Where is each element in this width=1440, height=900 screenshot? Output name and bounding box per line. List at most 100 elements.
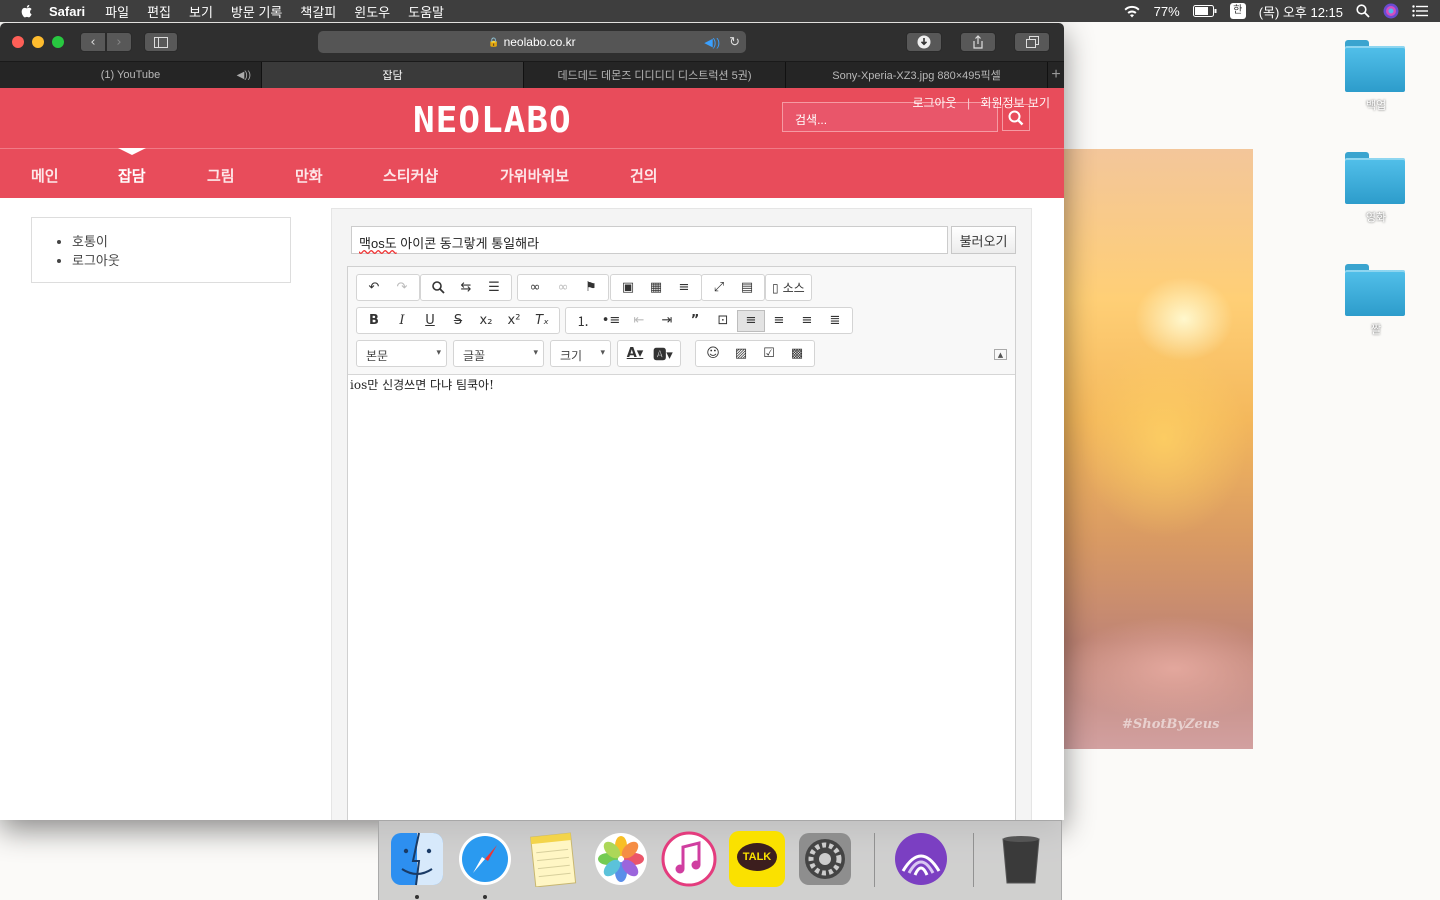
numbered-list-icon[interactable]: ⒈ (569, 310, 597, 332)
minimize-window-button[interactable] (32, 36, 44, 48)
speaker-icon[interactable]: ◀)) (704, 36, 720, 49)
post-title-input[interactable]: 맥os도 아이콘 동그랗게 통일해라 (351, 226, 948, 254)
siri-icon[interactable] (1383, 3, 1399, 19)
justify-icon[interactable]: ≣ (821, 310, 849, 332)
load-draft-button[interactable]: 불러오기 (951, 226, 1016, 254)
itunes-icon[interactable] (661, 831, 717, 887)
link-icon[interactable]: ∞ (521, 277, 549, 299)
reload-icon[interactable]: ↻ (729, 34, 740, 50)
indent-icon[interactable]: ⇥ (653, 310, 681, 332)
font-select[interactable]: 글꼴 (453, 340, 544, 367)
tab-manga[interactable]: 데드데드 데몬즈 디디디디 디스트럭션 5권) (524, 62, 786, 88)
anchor-flag-icon[interactable]: ⚑ (577, 277, 605, 299)
menu-bookmarks[interactable]: 책갈피 (300, 2, 336, 21)
size-select[interactable]: 크기 (550, 340, 611, 367)
photos-icon[interactable] (593, 831, 649, 887)
nav-suggestions[interactable]: 건의 (630, 165, 658, 186)
finder-icon[interactable] (389, 831, 445, 887)
input-source-icon[interactable]: 한 (1229, 3, 1246, 19)
table-icon[interactable]: ▦ (642, 277, 670, 299)
nav-rock-paper-scissors[interactable]: 가위바위보 (500, 165, 569, 186)
subscript-icon[interactable]: x₂ (472, 310, 500, 332)
gallery-icon[interactable]: ▩ (783, 343, 811, 365)
underline-icon[interactable]: U (416, 310, 444, 332)
desktop-folder-movies[interactable]: 영화 (1345, 152, 1407, 225)
app-menu[interactable]: Safari (49, 4, 85, 19)
superscript-icon[interactable]: x² (500, 310, 528, 332)
logout-link[interactable]: 로그아웃 (912, 96, 956, 110)
strikethrough-icon[interactable]: S (444, 310, 472, 332)
blockquote-icon[interactable]: ” (681, 310, 709, 332)
source-button[interactable]: ▯ 소스 (765, 274, 812, 301)
tab-chat[interactable]: 잡담 (262, 62, 524, 88)
share-button[interactable] (960, 32, 996, 52)
nav-comics[interactable]: 만화 (295, 165, 323, 186)
close-window-button[interactable] (12, 36, 24, 48)
address-bar[interactable]: 🔒 neolabo.co.kr ◀)) ↻ (318, 31, 746, 53)
kakaotalk-icon[interactable]: TALK (729, 831, 785, 887)
align-right-icon[interactable]: ≡ (793, 310, 821, 332)
notification-center-icon[interactable] (1412, 5, 1428, 17)
remove-format-icon[interactable]: Tₓ (528, 310, 556, 332)
editor-content[interactable]: ios만 신경쓰면 다냐 팀쿡아! (348, 375, 1015, 394)
insert-image-icon[interactable]: ▨ (727, 343, 755, 365)
bulleted-list-icon[interactable]: •≡ (597, 310, 625, 332)
menu-history[interactable]: 방문 기록 (231, 2, 282, 21)
fullscreen-window-button[interactable] (52, 36, 64, 48)
nav-main[interactable]: 메인 (31, 165, 59, 186)
italic-icon[interactable]: I (388, 310, 416, 332)
outdent-icon[interactable]: ⇤ (625, 310, 653, 332)
align-center-icon[interactable]: ≡ (765, 310, 793, 332)
bold-icon[interactable]: B (360, 310, 388, 332)
audio-playing-icon[interactable]: ◀)) (237, 70, 251, 81)
image-icon[interactable]: ▣ (614, 277, 642, 299)
sidebar-toggle-button[interactable] (144, 32, 178, 52)
emoji-icon[interactable]: ☺ (699, 343, 727, 365)
nav-drawing[interactable]: 그림 (207, 165, 235, 186)
nav-sticker-shop[interactable]: 스티커샵 (383, 165, 438, 186)
div-container-icon[interactable]: ⊡ (709, 310, 737, 332)
menubar-clock[interactable]: (목) 오후 12:15 (1259, 2, 1343, 21)
text-color-icon[interactable]: A▾ (621, 343, 649, 365)
desktop-folder-backup[interactable]: 백업 (1345, 40, 1407, 113)
tab-overview-button[interactable] (1014, 32, 1050, 52)
horizontal-line-icon[interactable]: ≡ (670, 277, 698, 299)
notes-icon[interactable] (525, 831, 581, 887)
spotlight-icon[interactable] (1356, 4, 1370, 18)
redo-icon[interactable]: ↷ (388, 277, 416, 299)
sidebar-logout-link[interactable]: 로그아웃 (72, 251, 290, 270)
username-link[interactable]: 호통이 (72, 232, 290, 251)
background-color-icon[interactable]: 🅰▾ (649, 343, 677, 365)
trash-icon[interactable] (993, 831, 1049, 887)
back-button[interactable]: ‹ (80, 32, 106, 52)
tab-image[interactable]: Sony-Xperia-XZ3.jpg 880×495픽셀 (786, 62, 1048, 88)
menu-help[interactable]: 도움말 (408, 2, 444, 21)
forward-button[interactable]: › (106, 32, 132, 52)
bittorrent-icon[interactable] (893, 831, 949, 887)
wifi-icon[interactable] (1123, 5, 1141, 18)
select-all-icon[interactable]: ☰ (480, 277, 508, 299)
undo-icon[interactable]: ↶ (360, 277, 388, 299)
show-blocks-icon[interactable]: ▤ (733, 277, 761, 299)
format-select[interactable]: 본문 (356, 340, 447, 367)
find-icon[interactable] (424, 277, 452, 299)
apple-icon[interactable] (19, 3, 35, 19)
menu-window[interactable]: 윈도우 (354, 2, 390, 21)
system-preferences-icon[interactable] (797, 831, 853, 887)
menu-view[interactable]: 보기 (189, 2, 213, 21)
safari-icon[interactable] (457, 831, 513, 887)
align-left-icon[interactable]: ≡ (737, 309, 765, 332)
checkbox-icon[interactable]: ☑ (755, 343, 783, 365)
nav-chat[interactable]: 잡담 (118, 165, 146, 186)
menu-file[interactable]: 파일 (105, 2, 129, 21)
desktop-folder-images[interactable]: 짤 (1345, 264, 1407, 337)
maximize-icon[interactable]: ⤢ (705, 277, 733, 299)
downloads-button[interactable] (906, 32, 942, 52)
menu-edit[interactable]: 편집 (147, 2, 171, 21)
unlink-icon[interactable]: ∞ (549, 277, 577, 299)
site-logo[interactable]: NEOLABO (413, 100, 572, 141)
collapse-toolbar-icon[interactable]: ▲ (994, 349, 1007, 360)
battery-icon[interactable] (1192, 5, 1217, 17)
new-tab-button[interactable]: + (1048, 62, 1064, 88)
profile-link[interactable]: 회원정보 보기 (980, 96, 1050, 110)
